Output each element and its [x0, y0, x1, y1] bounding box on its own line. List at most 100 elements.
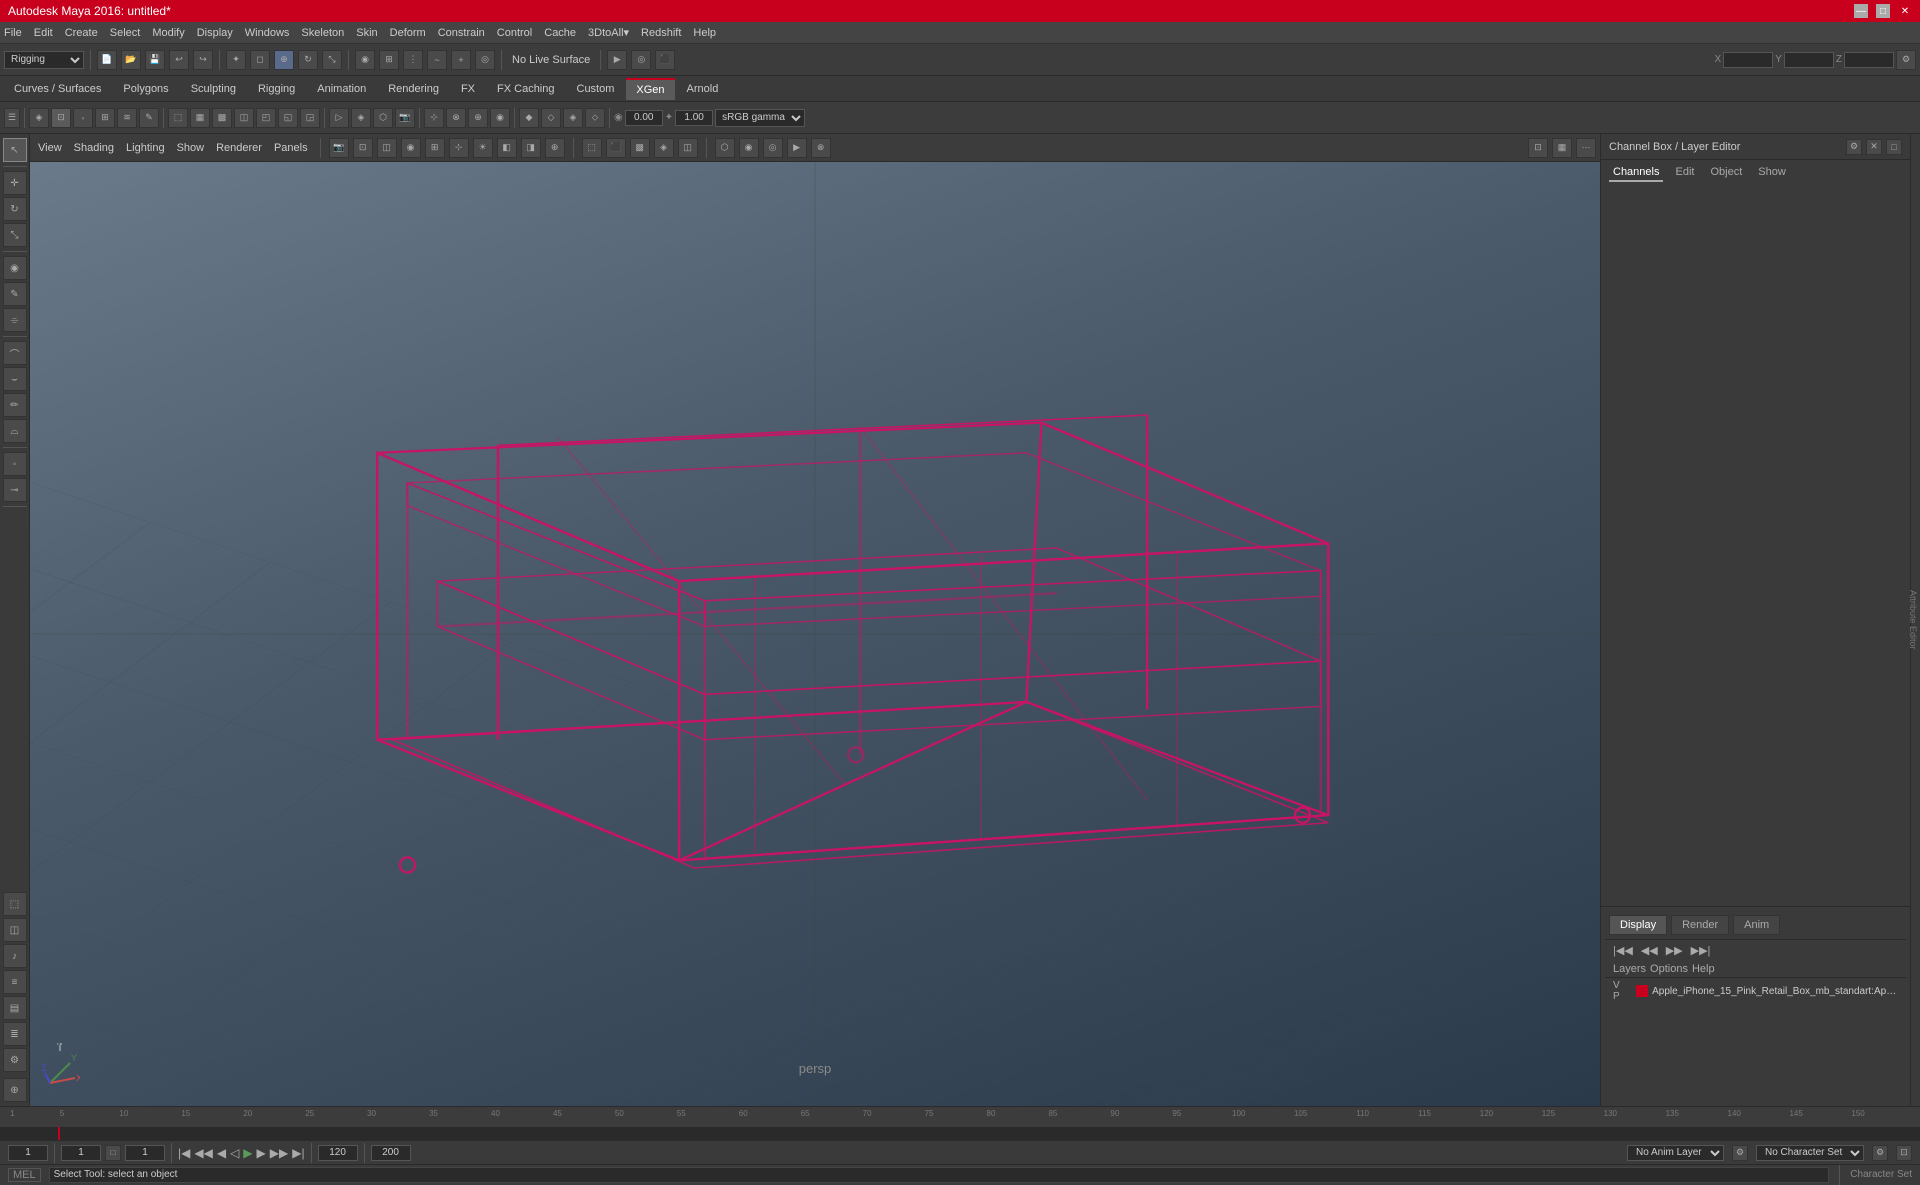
menu-help[interactable]: Help: [693, 27, 716, 39]
pb-play-back-button[interactable]: ◁: [230, 1146, 239, 1160]
vp-grid-icon[interactable]: ⊹: [449, 138, 469, 158]
tool-settings-btn[interactable]: ⚙: [3, 1048, 27, 1072]
cb-tab-object[interactable]: Object: [1706, 164, 1746, 182]
object-mode-icon[interactable]: ⊡: [51, 108, 71, 128]
tab-fx[interactable]: FX: [451, 78, 485, 100]
interactive-render-icon[interactable]: ◈: [351, 108, 371, 128]
layer-back-icon[interactable]: ◀◀: [1641, 944, 1658, 957]
pb-next-frame-button[interactable]: ▶: [257, 1146, 266, 1160]
component-mode-icon[interactable]: ◦: [73, 108, 93, 128]
tab-animation[interactable]: Animation: [307, 78, 376, 100]
display-mode-1-icon[interactable]: ⬚: [168, 108, 188, 128]
ep-curve-btn[interactable]: ⌣: [3, 367, 27, 391]
layer-opts-help[interactable]: Help: [1692, 963, 1715, 975]
close-button[interactable]: ✕: [1898, 4, 1912, 18]
vp-lights-icon[interactable]: ◈: [654, 138, 674, 158]
select-tool-icon[interactable]: ✦: [226, 50, 246, 70]
soft-select-icon[interactable]: ◉: [355, 50, 375, 70]
menu-windows[interactable]: Windows: [245, 27, 290, 39]
pb-end-button[interactable]: ▶|: [292, 1146, 304, 1160]
no-live-surface-label[interactable]: No Live Surface: [508, 54, 594, 66]
timeline-bar[interactable]: [0, 1127, 1920, 1140]
redo-icon[interactable]: ↪: [193, 50, 213, 70]
menu-3dtoall[interactable]: 3DtoAll▾: [588, 26, 629, 39]
x-coord-input[interactable]: [1723, 52, 1773, 68]
vp-aa-icon[interactable]: ▦: [1552, 138, 1572, 158]
snap-curve-icon[interactable]: ~: [427, 50, 447, 70]
viewport[interactable]: persp Y X Z N: [30, 162, 1600, 1106]
soft-select-t-icon[interactable]: ≋: [117, 108, 137, 128]
expand-btn[interactable]: ⊕: [3, 1078, 27, 1102]
menu-select[interactable]: Select: [110, 27, 141, 39]
display-mode-6-icon[interactable]: ◱: [278, 108, 298, 128]
rotate-tool-btn[interactable]: ↻: [3, 197, 27, 221]
vp-shadow-icon[interactable]: ◧: [497, 138, 517, 158]
layer-opts-layers[interactable]: Layers: [1613, 963, 1646, 975]
cb-tab-channels[interactable]: Channels: [1609, 164, 1663, 182]
range-mid-input[interactable]: [125, 1145, 165, 1161]
color-profile-dropdown[interactable]: sRGB gamma: [715, 109, 805, 127]
z-coord-input[interactable]: [1844, 52, 1894, 68]
symmetry-icon[interactable]: ⊞: [379, 50, 399, 70]
grid-toggle-icon[interactable]: ⊕: [468, 108, 488, 128]
display-mode-3-icon[interactable]: ▩: [212, 108, 232, 128]
vp-cam-icon[interactable]: 📷: [329, 138, 349, 158]
tab-rigging[interactable]: Rigging: [248, 78, 305, 100]
pb-back-button[interactable]: ◀: [217, 1146, 226, 1160]
mode-dropdown[interactable]: Rigging: [4, 51, 84, 69]
vp-solid-icon[interactable]: ⬛: [606, 138, 626, 158]
scale-tool-btn[interactable]: ⤡: [3, 223, 27, 247]
max-frame-input[interactable]: [371, 1145, 411, 1161]
vp-lighting-menu[interactable]: Lighting: [122, 142, 169, 154]
playback-settings-icon[interactable]: ⊡: [1896, 1145, 1912, 1161]
y-coord-input[interactable]: [1784, 52, 1834, 68]
new-scene-icon[interactable]: 📄: [97, 50, 117, 70]
menu-icon[interactable]: ☰: [4, 108, 20, 128]
menu-cache[interactable]: Cache: [544, 27, 576, 39]
ipr-icon[interactable]: ◎: [631, 50, 651, 70]
rotate-tool-icon[interactable]: ↻: [298, 50, 318, 70]
gl-render-icon[interactable]: ⬡: [373, 108, 393, 128]
constraint-icon[interactable]: ⊗: [446, 108, 466, 128]
minimize-button[interactable]: —: [1854, 4, 1868, 18]
character-set-options-icon[interactable]: ⚙: [1872, 1145, 1888, 1161]
vp-frame-icon[interactable]: ⊞: [425, 138, 445, 158]
key-all-icon[interactable]: ◈: [563, 108, 583, 128]
undo-icon[interactable]: ↩: [169, 50, 189, 70]
move-tool-btn[interactable]: ✛: [3, 171, 27, 195]
display-mode-2-icon[interactable]: ▦: [190, 108, 210, 128]
display-filter-btn[interactable]: ≡: [3, 970, 27, 994]
paint-sel-icon[interactable]: ✎: [139, 108, 159, 128]
paint-tool-btn[interactable]: ✎: [3, 282, 27, 306]
tab-custom[interactable]: Custom: [567, 78, 625, 100]
scale-tool-icon[interactable]: ⤡: [322, 50, 342, 70]
vp-renderer-menu[interactable]: Renderer: [212, 142, 266, 154]
move-tool-icon[interactable]: ⊕: [274, 50, 294, 70]
character-set-dropdown[interactable]: No Character Set: [1756, 1145, 1864, 1161]
range-start-input[interactable]: [61, 1145, 101, 1161]
menu-modify[interactable]: Modify: [152, 27, 184, 39]
vp-show-menu[interactable]: Show: [173, 142, 209, 154]
pivot-y-input[interactable]: [675, 110, 713, 126]
keyframe-icon[interactable]: ◆: [519, 108, 539, 128]
vp-more5-icon[interactable]: ⊗: [811, 138, 831, 158]
animation-icon[interactable]: ◉: [490, 108, 510, 128]
layer-opts-options[interactable]: Options: [1650, 963, 1688, 975]
pivot-x-input[interactable]: [625, 110, 663, 126]
render-icon[interactable]: ▶: [607, 50, 627, 70]
menu-display[interactable]: Display: [197, 27, 233, 39]
cb-settings-icon[interactable]: ⚙: [1846, 139, 1862, 155]
render-layer-btn[interactable]: ◫: [3, 918, 27, 942]
tab-sculpting[interactable]: Sculpting: [181, 78, 246, 100]
vp-textured-icon[interactable]: ▩: [630, 138, 650, 158]
pb-fwd-button[interactable]: ▶▶: [270, 1146, 288, 1160]
render-preview-icon[interactable]: ▷: [329, 108, 349, 128]
cb-float-icon[interactable]: □: [1886, 139, 1902, 155]
tab-xgen[interactable]: XGen: [626, 78, 674, 100]
vp-isolate-icon[interactable]: ◉: [401, 138, 421, 158]
maximize-button[interactable]: □: [1876, 4, 1890, 18]
vp-more4-icon[interactable]: ▶: [787, 138, 807, 158]
select-tool-btn[interactable]: ↖: [3, 138, 27, 162]
layer-prev-icon[interactable]: |◀◀: [1613, 944, 1633, 957]
display-mode-5-icon[interactable]: ◰: [256, 108, 276, 128]
